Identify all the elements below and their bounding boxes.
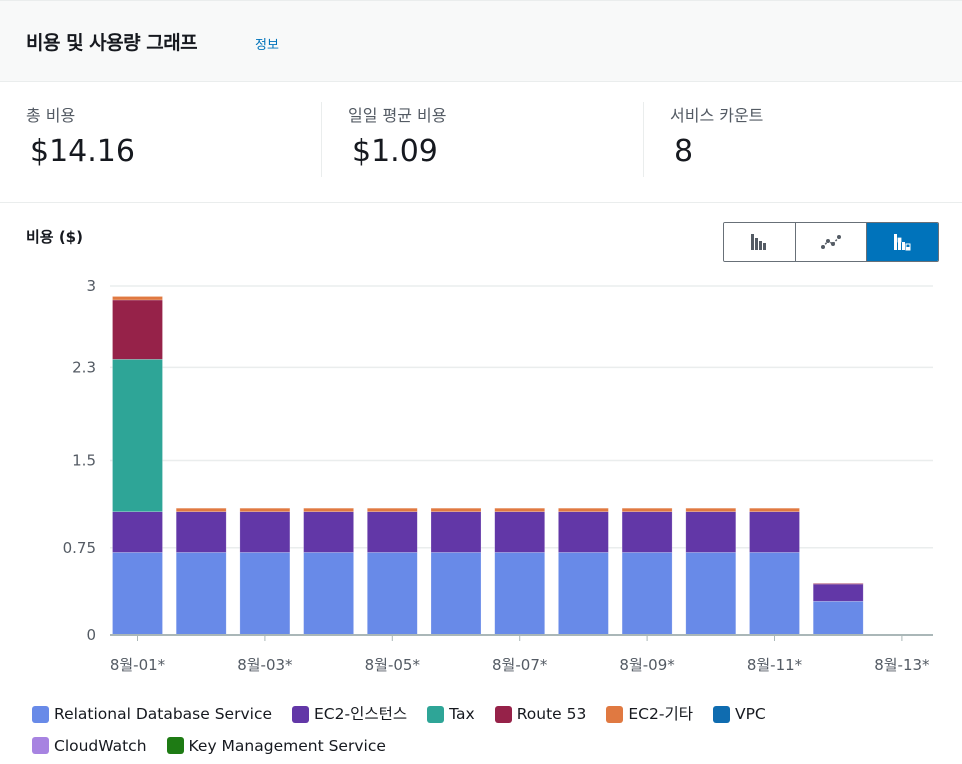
legend-swatch [32,705,49,723]
bar-segment [175,511,227,553]
bar-segment [494,552,546,636]
bar-segment [812,600,864,636]
bar-segment [749,552,800,636]
stat-value: $1.09 [352,134,438,169]
bar-segment [430,552,482,636]
stat-value: $14.16 [30,134,135,169]
bar-segment [175,552,227,636]
stat-daily-average-cost: 일일 평균 비용 $1.09 [348,102,447,177]
stat-divider [643,102,644,177]
panel-title: 비용 및 사용량 그래프 [26,32,198,54]
legend-label: CloudWatch [54,736,147,755]
legend-label: EC2-기타 [628,705,693,723]
bar-segment [430,507,482,512]
y-tick-label: 0.75 [63,539,96,557]
bar-segment [112,358,163,512]
legend-label: Tax [449,705,475,723]
stat-label: 총 비용 [26,106,76,125]
legend-item[interactable]: VPC [712,700,766,728]
bar-segment [303,511,354,553]
bar-segment [112,299,163,360]
bar-segment [239,507,291,512]
summary-stats: 총 비용 $14.16 일일 평균 비용 $1.09 서비스 카운트 8 [0,82,962,203]
bar-segment [621,552,673,636]
bar-segment [812,583,864,602]
bar-segment [303,552,354,636]
legend-item[interactable]: Key Management Service [166,732,386,760]
legend-item[interactable]: CloudWatch [32,732,147,760]
y-axis-title: 비용 ($) [26,228,83,246]
y-tick-label: 1.5 [72,452,96,470]
bar-chart-icon [751,234,767,250]
legend-item[interactable]: Route 53 [494,700,587,728]
legend-item[interactable]: Tax [427,700,475,728]
bar-segment [558,507,609,512]
stacked-bar-chart-button[interactable] [866,223,938,261]
x-tick-label: 8월-05* [365,656,421,674]
legend-swatch [166,737,184,754]
bar-segment [494,507,546,512]
bar-segment [239,511,291,553]
bar-segment [366,511,418,553]
bar-segment [112,552,163,636]
stat-total-cost: 총 비용 $14.16 [26,102,135,177]
legend-swatch [712,705,730,723]
bar-segment [685,552,737,636]
bar-segment [239,552,291,636]
bar-segment [558,511,609,553]
x-tick-label: 8월-09* [619,656,675,674]
x-tick-label: 8월-11* [747,656,803,674]
x-tick-label: 8월-01* [110,656,166,674]
bar-segment [366,507,418,512]
x-tick-label: 8월-07* [492,656,548,674]
chart-legend: Relational Database Service EC2-인스턴스 Tax Ro… [32,700,932,763]
bar-segment [175,507,227,512]
line-chart-icon [821,235,841,249]
legend-swatch [427,705,445,723]
bar-segment [430,511,482,553]
stacked-bar-chart: 0 0.75 1.5 2.3 3 8월-01* 8월-03* 8월-05* 8월-07* 8월-0… [63,277,933,674]
legend-item[interactable]: Relational Database Service [32,700,272,728]
x-tick-label: 8월-03* [237,656,293,674]
bar-segment [112,296,163,301]
x-tick-label: 8월-13* [874,656,930,674]
stacked-bar-chart-icon [893,234,911,251]
stat-label: 서비스 카운트 [670,106,764,125]
legend-label: EC2-인스턴스 [314,705,408,723]
y-tick-label: 3 [86,277,96,295]
stat-label: 일일 평균 비용 [348,106,447,125]
stat-divider [321,102,322,177]
bar-segment [685,511,737,553]
bar-segment [303,507,354,512]
y-tick-label: 2.3 [72,358,96,376]
legend-label: Key Management Service [188,736,386,755]
legend-swatch [494,705,512,723]
bar-chart-button[interactable] [724,223,795,261]
legend-label: VPC [734,705,766,723]
line-chart-button[interactable] [794,223,867,261]
bar-segment [366,552,418,636]
info-link[interactable]: 정보 [255,34,279,53]
bar-segment [749,511,800,553]
bar-segment [685,507,737,512]
bar-segment [749,507,800,512]
bar-segment [812,583,864,585]
y-tick-label: 0 [86,626,96,644]
bar-segment [112,511,163,553]
legend-item[interactable]: EC2-기타 [606,700,693,728]
legend-swatch [32,737,49,754]
bar-segment [494,511,546,553]
bar-segment [558,552,609,636]
chart-type-toggle [723,222,939,262]
legend-swatch [606,705,624,723]
legend-item[interactable]: EC2-인스턴스 [292,700,407,728]
legend-swatch [292,705,310,723]
bar-segment [621,507,673,512]
bar-segment [621,511,673,553]
stat-value: 8 [674,134,694,169]
legend-label: Route 53 [516,705,587,723]
legend-label: Relational Database Service [54,705,273,723]
stat-service-count: 서비스 카운트 8 [670,102,763,177]
panel-header: 비용 및 사용량 그래프 정보 [0,0,962,82]
